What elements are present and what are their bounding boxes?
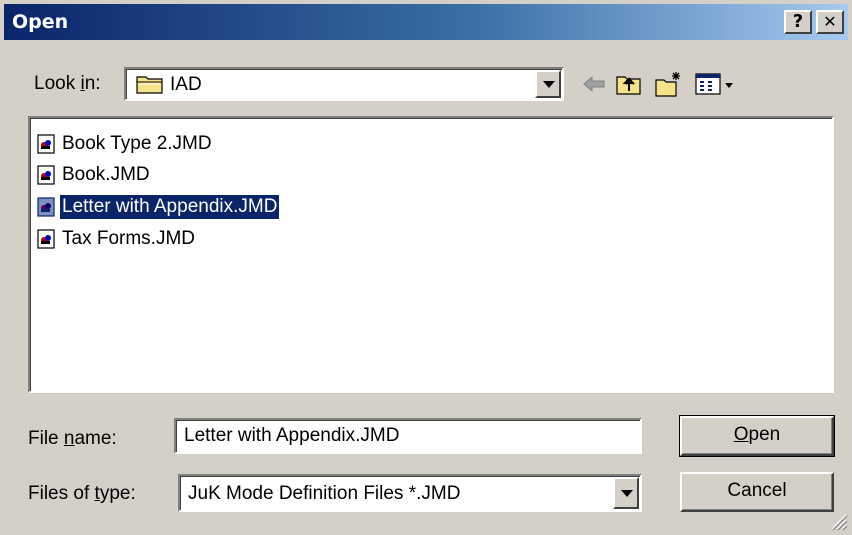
file-name-label: File name:	[28, 428, 117, 449]
file-type-dropdown[interactable]: JuK Mode Definition Files *.JMD	[178, 474, 642, 512]
open-label-rest: pen	[748, 424, 781, 445]
jmd-file-icon	[37, 229, 55, 249]
close-button[interactable]: ✕	[816, 10, 844, 34]
jmd-file-icon	[37, 134, 55, 154]
file-type-label: Files of type:	[28, 483, 136, 504]
look-in-label: Look in:	[34, 73, 101, 94]
back-arrow-icon[interactable]	[580, 70, 610, 98]
help-button[interactable]: ?	[784, 10, 812, 34]
open-mnemonic: O	[733, 424, 749, 445]
file-name: Tax Forms.JMD	[62, 228, 195, 249]
chevron-down-icon[interactable]	[613, 477, 639, 509]
folder-icon	[136, 76, 163, 94]
new-folder-icon[interactable]	[654, 70, 684, 98]
open-dialog: Open ? ✕ Look in: IAD Book Type 2.JMD Bo…	[0, 0, 852, 535]
file-name: Letter with Appendix.JMD	[58, 194, 281, 220]
cancel-button[interactable]: Cancel	[680, 472, 834, 512]
chevron-down-icon[interactable]	[535, 70, 561, 98]
jmd-file-icon	[37, 165, 55, 185]
resize-grip-icon[interactable]	[828, 511, 848, 531]
file-name: Book.JMD	[62, 164, 150, 185]
close-icon: ✕	[823, 12, 837, 31]
file-name: Book Type 2.JMD	[62, 133, 212, 154]
file-name-input[interactable]	[174, 418, 642, 454]
jmd-file-icon	[37, 197, 55, 217]
up-folder-icon[interactable]	[614, 70, 644, 98]
look-in-value: IAD	[170, 74, 202, 95]
help-icon: ?	[792, 11, 804, 32]
open-button[interactable]: Open	[679, 415, 835, 457]
dialog-title: Open	[12, 11, 69, 33]
title-bar[interactable]: Open ? ✕	[4, 4, 848, 40]
look-in-dropdown[interactable]: IAD	[124, 67, 564, 101]
file-type-value: JuK Mode Definition Files *.JMD	[188, 483, 461, 504]
file-list[interactable]: Book Type 2.JMD Book.JMD Letter with App…	[28, 116, 834, 393]
view-menu-icon[interactable]	[694, 70, 736, 98]
